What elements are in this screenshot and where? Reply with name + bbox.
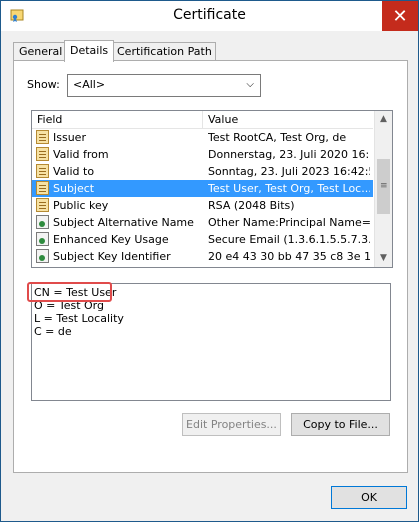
certificate-field-icon xyxy=(36,181,49,195)
copy-to-file-button[interactable]: Copy to File... xyxy=(291,413,390,436)
certificate-field-icon xyxy=(36,164,49,178)
close-icon: ✕ xyxy=(392,5,408,27)
grip-icon: ≡ xyxy=(380,181,388,191)
list-item-selected[interactable]: Subject Test User, Test Org, Test Loc... xyxy=(32,180,373,197)
scroll-up-icon[interactable]: ▲ xyxy=(375,111,392,128)
certificate-dialog: Certificate ✕ General Details Certificat… xyxy=(0,0,419,522)
scroll-down-icon[interactable]: ▼ xyxy=(375,250,392,267)
show-dropdown[interactable]: <All> ⌵ xyxy=(67,74,261,97)
extension-icon xyxy=(36,249,49,263)
highlight-box xyxy=(27,282,112,302)
window-title: Certificate xyxy=(173,7,246,23)
tab-certification-path[interactable]: Certification Path xyxy=(111,42,216,61)
show-label: Show: xyxy=(27,78,60,91)
tab-details[interactable]: Details xyxy=(64,40,114,62)
list-header: Field Value xyxy=(32,111,373,129)
list-item[interactable]: Issuer Test RootCA, Test Org, de xyxy=(32,129,373,146)
list-item[interactable]: Subject Key Identifier 20 e4 43 30 bb 47… xyxy=(32,248,373,265)
show-dropdown-value: <All> xyxy=(73,78,106,91)
column-divider[interactable] xyxy=(202,111,203,128)
certificate-field-icon xyxy=(36,130,49,144)
field-detail-textbox[interactable]: CN = Test User O = Test Org L = Test Loc… xyxy=(27,282,391,401)
list-item[interactable]: Valid to Sonntag, 23. Juli 2023 16:42:56 xyxy=(32,163,373,180)
extension-icon xyxy=(36,215,49,229)
ok-button[interactable]: OK xyxy=(331,486,407,509)
close-button[interactable]: ✕ xyxy=(382,1,418,31)
list-item[interactable]: Valid from Donnerstag, 23. Juli 2020 16:… xyxy=(32,146,373,163)
list-item[interactable]: Subject Alternative Name Other Name:Prin… xyxy=(32,214,373,231)
list-item[interactable]: Public key RSA (2048 Bits) xyxy=(32,197,373,214)
list-item[interactable]: Enhanced Key Usage Secure Email (1.3.6.1… xyxy=(32,231,373,248)
edit-properties-button[interactable]: Edit Properties... xyxy=(182,413,281,436)
certificate-field-icon xyxy=(36,147,49,161)
detail-line: L = Test Locality xyxy=(34,312,124,325)
chevron-down-icon: ⌵ xyxy=(246,79,254,90)
details-panel: Show: <All> ⌵ Field Value Issuer Test Ro… xyxy=(13,60,408,473)
extension-icon xyxy=(36,232,49,246)
column-header-value[interactable]: Value xyxy=(208,113,238,126)
certificate-field-icon xyxy=(36,198,49,212)
scrollbar-thumb[interactable]: ≡ xyxy=(377,159,390,214)
title-bar: Certificate ✕ xyxy=(1,1,418,31)
column-header-field[interactable]: Field xyxy=(37,113,62,126)
fields-list[interactable]: Field Value Issuer Test RootCA, Test Org… xyxy=(31,110,393,268)
tab-general[interactable]: General xyxy=(13,42,65,61)
vertical-scrollbar[interactable]: ▲ ≡ ▼ xyxy=(374,111,392,267)
detail-line: C = de xyxy=(34,325,72,338)
